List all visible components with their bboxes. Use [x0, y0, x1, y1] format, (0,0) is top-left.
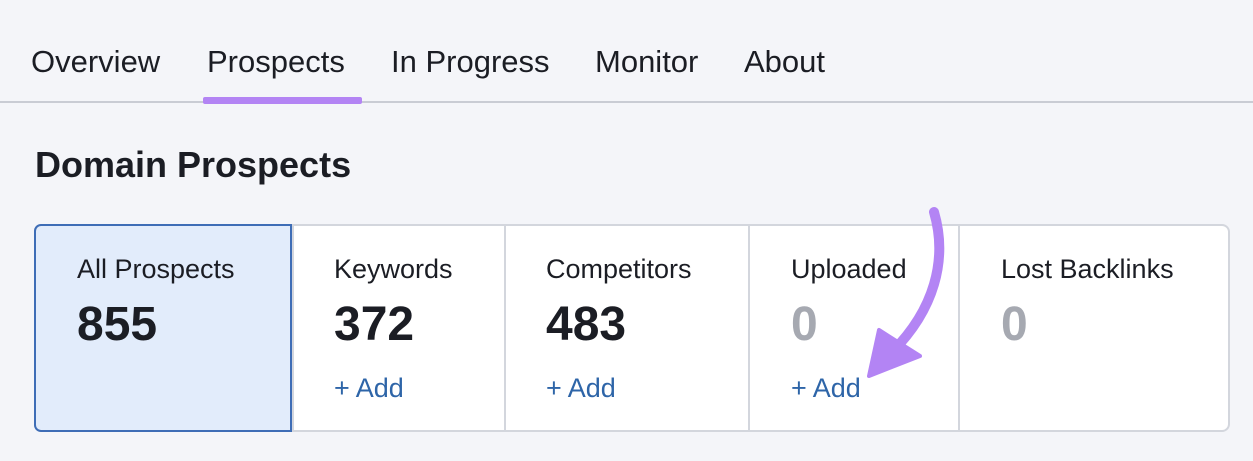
page-title: Domain Prospects	[35, 144, 352, 185]
tab-about[interactable]: About	[744, 40, 825, 84]
active-tab-indicator	[203, 97, 362, 104]
card-uploaded[interactable]: Uploaded 0 + Add	[748, 226, 958, 430]
tab-bar: Overview Prospects In Progress Monitor A…	[0, 0, 1253, 104]
card-label: Competitors	[546, 254, 692, 284]
add-uploaded-link[interactable]: + Add	[791, 371, 861, 405]
card-label: Lost Backlinks	[1001, 254, 1174, 284]
card-label: Uploaded	[791, 254, 907, 284]
card-value: 0	[791, 298, 818, 351]
tab-prospects[interactable]: Prospects	[207, 40, 345, 84]
card-competitors[interactable]: Competitors 483 + Add	[504, 226, 748, 430]
card-value: 855	[77, 298, 158, 351]
prospect-cards: All Prospects 855 Keywords 372 + Add Com…	[34, 224, 1230, 432]
tab-overview[interactable]: Overview	[31, 40, 160, 84]
card-keywords[interactable]: Keywords 372 + Add	[292, 226, 504, 430]
tab-monitor[interactable]: Monitor	[595, 40, 698, 84]
card-value: 0	[1001, 298, 1028, 351]
card-label: Keywords	[334, 254, 453, 284]
add-keywords-link[interactable]: + Add	[334, 371, 404, 405]
card-value: 483	[546, 298, 627, 351]
card-lost-backlinks[interactable]: Lost Backlinks 0	[958, 226, 1228, 430]
tab-in-progress[interactable]: In Progress	[391, 40, 550, 84]
card-value: 372	[334, 298, 415, 351]
card-all-prospects[interactable]: All Prospects 855	[34, 224, 292, 432]
card-label: All Prospects	[77, 254, 235, 284]
add-competitors-link[interactable]: + Add	[546, 371, 616, 405]
